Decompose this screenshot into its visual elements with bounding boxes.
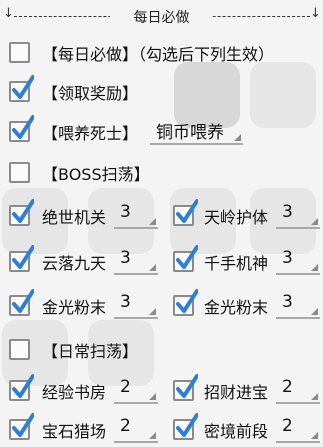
checkmark-icon	[12, 245, 34, 269]
option-label: 天岭护体	[204, 208, 269, 227]
checkbox-right[interactable]	[173, 413, 198, 440]
dropdown-corner-icon	[149, 432, 156, 439]
section-title: 每日必做	[110, 7, 213, 27]
checkbox-right[interactable]	[173, 199, 198, 226]
count-select-right[interactable]: 2	[276, 413, 320, 443]
checkbox-feed[interactable]	[9, 115, 34, 142]
checkmark-icon	[176, 374, 198, 398]
checkbox-boss-sweep[interactable]	[9, 162, 30, 183]
count-value: 2	[282, 416, 293, 436]
checkbox-right[interactable]	[173, 374, 198, 401]
option-row-pair: 宝石猎场 2 密境前段 2	[0, 413, 323, 447]
option-row-boss-sweep[interactable]: 【BOSS扫荡】	[0, 156, 323, 190]
option-row-pair: 经验书房 2 招财进宝 2	[0, 374, 323, 408]
count-select-left[interactable]: 3	[114, 289, 158, 319]
count-value: 2	[282, 377, 293, 397]
down-arrow-icon: ↓	[310, 6, 321, 21]
option-label: 【BOSS扫荡】	[42, 165, 150, 184]
dropdown-corner-icon	[311, 308, 318, 315]
count-select-right[interactable]: 3	[276, 289, 320, 319]
dropdown-corner-icon	[149, 264, 156, 271]
count-select-left[interactable]: 3	[114, 199, 158, 229]
checkmark-icon	[12, 115, 34, 139]
option-label: 金光粉末	[42, 298, 107, 317]
checkbox-right[interactable]	[173, 289, 198, 316]
dropdown-corner-icon	[149, 308, 156, 315]
option-label: 金光粉末	[204, 298, 269, 317]
count-select-left[interactable]: 3	[114, 245, 158, 275]
dropdown-corner-icon	[149, 218, 156, 225]
count-select-left[interactable]: 2	[114, 413, 158, 443]
option-label: 【喂养死士】	[42, 124, 139, 143]
checkbox-daily[interactable]	[9, 42, 30, 63]
option-label: 云落九天	[42, 254, 107, 273]
option-label: 【日常扫荡】	[42, 342, 139, 361]
option-row-daily[interactable]: 【每日必做】（勾选后下列生效）	[0, 36, 323, 70]
feed-mode-select[interactable]: 铜币喂养	[150, 115, 243, 145]
option-row-pair: 绝世机关 3 天岭护体 3	[0, 199, 323, 233]
checkbox-daily-sweep[interactable]	[9, 339, 30, 360]
dropdown-corner-icon	[311, 393, 318, 400]
count-value: 3	[120, 292, 131, 312]
option-row-pair: 金光粉末 3 金光粉末 3	[0, 289, 323, 323]
option-row-feed[interactable]: 【喂养死士】 铜币喂养	[0, 113, 323, 147]
dropdown-corner-icon	[234, 134, 241, 141]
dropdown-corner-icon	[311, 218, 318, 225]
checkmark-icon	[12, 199, 34, 223]
dropdown-corner-icon	[149, 393, 156, 400]
checkbox-left[interactable]	[9, 289, 34, 316]
checkmark-icon	[176, 413, 198, 437]
checkmark-icon	[176, 245, 198, 269]
option-label: 宝石猎场	[42, 422, 107, 441]
checkbox-left[interactable]	[9, 413, 34, 440]
checkbox-claim-rewards[interactable]	[9, 75, 34, 102]
checkmark-icon	[12, 413, 34, 437]
checkmark-icon	[176, 289, 198, 313]
checkbox-left[interactable]	[9, 199, 34, 226]
option-label: 经验书房	[42, 383, 107, 402]
checkbox-left[interactable]	[9, 245, 34, 272]
checkmark-icon	[12, 289, 34, 313]
checkmark-icon	[176, 199, 198, 223]
down-arrow-icon: ↓	[3, 6, 14, 21]
count-value: 2	[120, 416, 131, 436]
count-value: 3	[120, 202, 131, 222]
option-row-claim-rewards[interactable]: 【领取奖励】	[0, 75, 323, 109]
checkbox-right[interactable]	[173, 245, 198, 272]
count-select-left[interactable]: 2	[114, 374, 158, 404]
checkmark-icon	[12, 75, 34, 99]
option-label: 密境前段	[204, 422, 269, 441]
dropdown-corner-icon	[311, 432, 318, 439]
option-label: 绝世机关	[42, 208, 107, 227]
option-label: 【领取奖励】	[42, 84, 139, 103]
count-value: 3	[282, 202, 293, 222]
feed-mode-value: 铜币喂养	[156, 123, 224, 143]
count-select-right[interactable]: 3	[276, 199, 320, 229]
checkmark-icon	[12, 374, 34, 398]
option-label: 招财进宝	[204, 383, 269, 402]
option-label: 千手机神	[204, 254, 269, 273]
option-row-pair: 云落九天 3 千手机神 3	[0, 245, 323, 279]
count-value: 3	[282, 292, 293, 312]
section-header: ↓ 每日必做 ↓	[0, 0, 323, 30]
count-value: 3	[282, 248, 293, 268]
dropdown-corner-icon	[311, 264, 318, 271]
count-select-right[interactable]: 2	[276, 374, 320, 404]
count-select-right[interactable]: 3	[276, 245, 320, 275]
option-row-daily-sweep[interactable]: 【日常扫荡】	[0, 333, 323, 367]
option-label: 【每日必做】（勾选后下列生效）	[42, 45, 275, 64]
checkbox-left[interactable]	[9, 374, 34, 401]
count-value: 2	[120, 377, 131, 397]
count-value: 3	[120, 248, 131, 268]
